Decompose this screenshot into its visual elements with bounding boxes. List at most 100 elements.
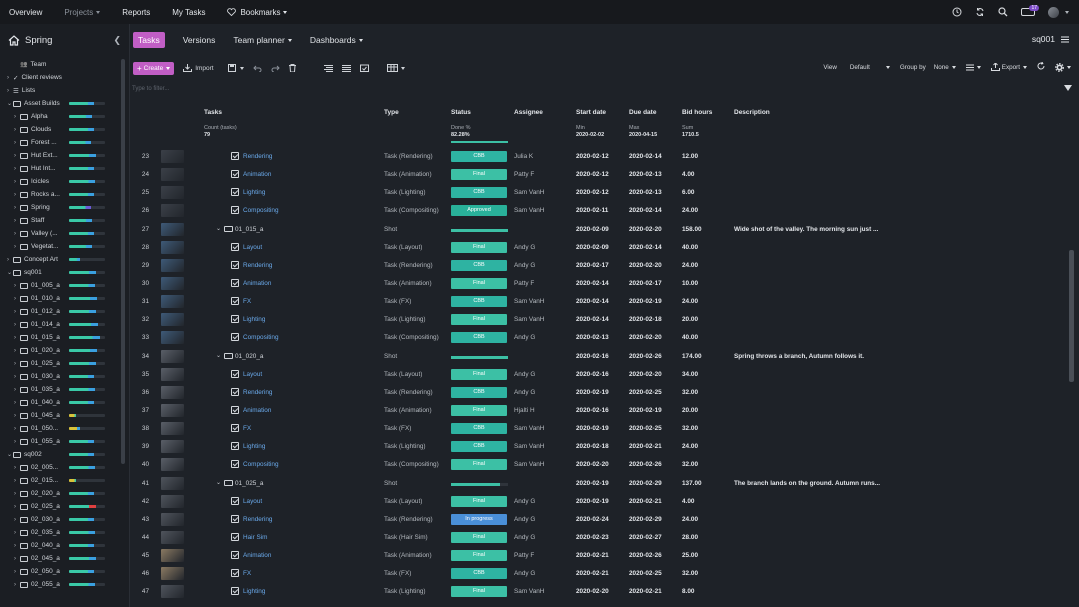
start-date-cell[interactable]: 2020-02-21 [576, 570, 609, 577]
thumbnail[interactable] [161, 331, 184, 345]
task-checkbox-icon[interactable] [231, 551, 239, 560]
assignee-cell[interactable]: Patty F [514, 552, 534, 559]
start-date-cell[interactable]: 2020-02-12 [576, 189, 609, 196]
status-badge[interactable]: Final [451, 368, 507, 380]
status-badge[interactable]: Final [451, 495, 507, 507]
bid-hours-cell[interactable]: 12.00 [682, 153, 698, 160]
sidebar-tree-item[interactable]: › 01_045_a [0, 409, 120, 422]
sidebar-tree-item[interactable]: › 01_055_a [0, 435, 120, 448]
start-date-cell[interactable]: 2020-02-19 [576, 498, 609, 505]
filter-input[interactable]: Type to filter... [132, 86, 169, 92]
task-name-link[interactable]: Lighting [243, 443, 265, 450]
assignee-cell[interactable]: Andy G [514, 334, 535, 341]
start-date-cell[interactable]: 2020-02-20 [576, 461, 609, 468]
task-name-link[interactable]: Animation [243, 407, 271, 414]
list-view-button[interactable] [341, 64, 351, 72]
create-button[interactable]: + Create [133, 61, 175, 75]
table-row[interactable]: 37 Animation Final Task (Animation) Hjalti H… [130, 402, 1070, 420]
status-badge[interactable]: CBB [451, 423, 507, 435]
shot-name[interactable]: 01_025_a [235, 480, 263, 487]
thumbnail[interactable] [161, 422, 184, 436]
bid-hours-cell[interactable]: 174.00 [682, 353, 702, 360]
sidebar-tree-item[interactable]: › 02_030_a [0, 513, 120, 526]
column-assignee[interactable]: Assignee [514, 109, 543, 116]
task-checkbox-icon[interactable] [231, 260, 239, 269]
thumbnail[interactable] [161, 186, 184, 200]
sidebar-tree-item[interactable]: › Forest ... [0, 136, 120, 149]
bid-hours-cell[interactable]: 4.00 [682, 498, 694, 505]
bid-hours-cell[interactable]: 34.00 [682, 371, 698, 378]
sidebar-tree-item[interactable]: › 01_025_a [0, 357, 120, 370]
sidebar-tree-item[interactable]: › ✓ Client reviews [0, 71, 120, 84]
due-date-cell[interactable]: 2020-02-26 [629, 552, 662, 559]
chevron-down-icon[interactable]: ⌄ [216, 225, 221, 232]
table-row[interactable]: 31 FX CBB Task (FX) Sam VanH 2020-02-14 2020-0… [130, 293, 1070, 311]
status-badge[interactable]: CBB [451, 386, 507, 398]
tab-dashboards[interactable]: Dashboards [310, 35, 363, 45]
sidebar-tree-item[interactable]: › 01_040_a [0, 396, 120, 409]
column-due-date[interactable]: Due date [629, 109, 656, 116]
assignee-cell[interactable]: Patty F [514, 171, 534, 178]
status-badge[interactable]: CBB [451, 187, 507, 199]
sidebar-tree-item[interactable]: › 01_014_a [0, 318, 120, 331]
thumbnail[interactable] [161, 349, 184, 363]
assignee-cell[interactable]: Andy G [514, 371, 535, 378]
task-checkbox-icon[interactable] [231, 333, 239, 342]
chevron-down-icon[interactable]: ⌄ [216, 479, 221, 486]
shot-name[interactable]: 01_020_a [235, 353, 263, 360]
redo-button[interactable] [271, 65, 280, 72]
due-date-cell[interactable]: 2020-02-29 [629, 516, 662, 523]
due-date-cell[interactable]: 2020-02-20 [629, 371, 662, 378]
view-select[interactable]: Default [850, 64, 890, 71]
status-badge[interactable]: Final [451, 169, 507, 181]
table-row[interactable]: 32 Lighting Final Task (Lighting) Sam VanH 20… [130, 311, 1070, 329]
task-name-link[interactable]: Compositing [243, 334, 279, 341]
table-row[interactable]: 40 Compositing Final Task (Compositing) Sam … [130, 456, 1070, 474]
assignee-cell[interactable]: Sam VanH [514, 298, 544, 305]
shot-row[interactable]: 27 ⌄ 01_015_a Shot 2020-02-09 2020-02-20 158.0… [130, 221, 1070, 239]
bid-hours-cell[interactable]: 137.00 [682, 480, 702, 487]
thumbnail[interactable] [161, 549, 184, 563]
task-checkbox-icon[interactable] [231, 170, 239, 179]
task-checkbox-icon[interactable] [231, 569, 239, 578]
thumbnail[interactable] [161, 585, 184, 599]
project-code-menu[interactable]: sq001 [1032, 34, 1069, 44]
status-badge[interactable]: Final [451, 550, 507, 562]
description-cell[interactable]: Spring throws a branch, Autumn follows i… [734, 353, 864, 360]
sidebar-tree-item[interactable]: › 02_025_a [0, 500, 120, 513]
start-date-cell[interactable]: 2020-02-20 [576, 588, 609, 595]
sidebar-tree-item[interactable]: › Rocks a... [0, 188, 120, 201]
status-badge[interactable]: CBB [451, 296, 507, 308]
due-date-cell[interactable]: 2020-02-14 [629, 244, 662, 251]
nav-overview[interactable]: Overview [9, 8, 42, 17]
column-type[interactable]: Type [384, 109, 399, 116]
task-name-link[interactable]: FX [243, 570, 251, 577]
assignee-cell[interactable]: Sam VanH [514, 316, 544, 323]
column-tasks[interactable]: Tasks [204, 109, 222, 116]
assignee-cell[interactable]: Hjalti H [514, 407, 535, 414]
sync-icon[interactable] [975, 7, 985, 17]
start-date-cell[interactable]: 2020-02-16 [576, 371, 609, 378]
start-date-cell[interactable]: 2020-02-13 [576, 334, 609, 341]
start-date-cell[interactable]: 2020-02-19 [576, 425, 609, 432]
nav-reports[interactable]: Reports [122, 8, 150, 17]
status-badge[interactable]: CBB [451, 568, 507, 580]
thumbnail[interactable] [161, 494, 184, 508]
due-date-cell[interactable]: 2020-02-21 [629, 443, 662, 450]
start-date-cell[interactable]: 2020-02-23 [576, 534, 609, 541]
bid-hours-cell[interactable]: 28.00 [682, 534, 698, 541]
status-badge[interactable]: CBB [451, 441, 507, 453]
due-date-cell[interactable]: 2020-02-29 [629, 480, 662, 487]
sidebar-scrollbar[interactable] [121, 59, 125, 464]
task-checkbox-icon[interactable] [231, 532, 239, 541]
thumbnail[interactable] [161, 367, 184, 381]
table-row[interactable]: 43 Rendering In progress Task (Rendering) An… [130, 511, 1070, 529]
task-checkbox-icon[interactable] [231, 278, 239, 287]
delete-button[interactable] [288, 64, 296, 72]
assignee-cell[interactable]: Andy G [514, 244, 535, 251]
assignee-cell[interactable]: Sam VanH [514, 425, 544, 432]
due-date-cell[interactable]: 2020-02-21 [629, 588, 662, 595]
nav-my-tasks[interactable]: My Tasks [172, 8, 205, 17]
due-date-cell[interactable]: 2020-02-18 [629, 316, 662, 323]
sidebar-tree-item[interactable]: ⌄ sq001 [0, 266, 120, 279]
